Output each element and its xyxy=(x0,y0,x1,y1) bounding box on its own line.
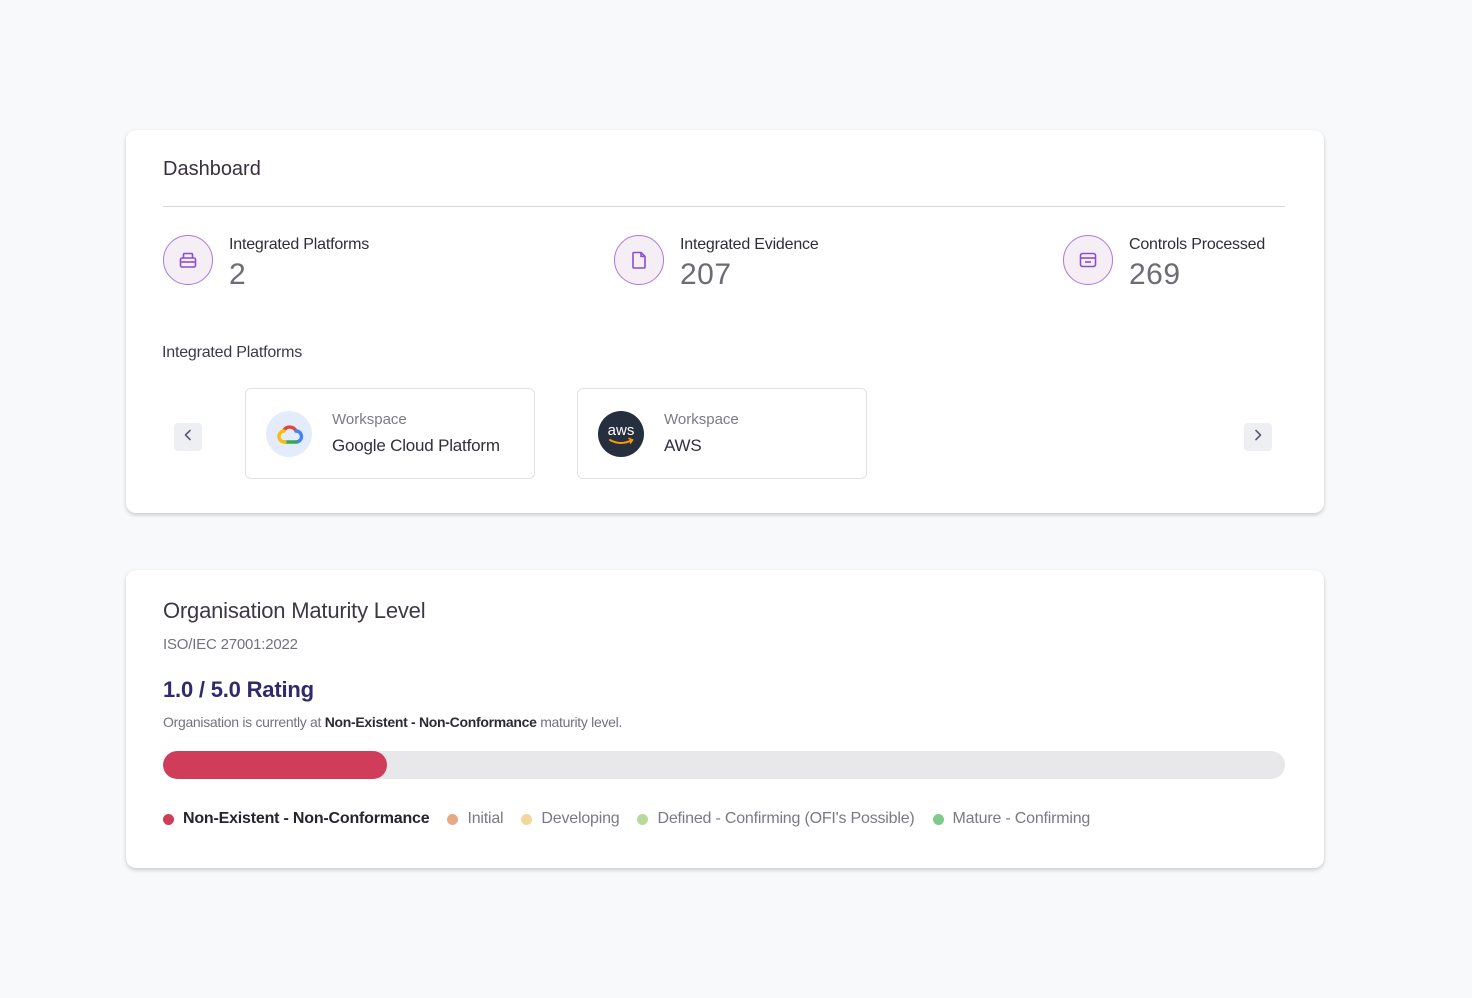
window-icon xyxy=(1063,235,1113,285)
legend-label: Initial xyxy=(467,810,504,827)
legend-item: Mature - Confirming xyxy=(932,810,1091,828)
aws-logo-icon: aws xyxy=(598,410,644,457)
legend-label: Developing xyxy=(541,810,620,827)
google-cloud-logo-icon xyxy=(266,410,312,457)
dashboard-card: Dashboard Integrated Platforms 2 Integra… xyxy=(126,130,1324,513)
maturity-rating: 1.0 / 5.0 Rating xyxy=(163,677,314,702)
legend-dot-icon xyxy=(521,813,533,825)
maturity-desc-prefix: Organisation is currently at xyxy=(163,714,325,730)
platform-card-gcp[interactable]: Workspace Google Cloud Platform xyxy=(245,388,535,479)
chevron-left-icon xyxy=(181,428,195,447)
legend-dot-icon xyxy=(637,813,649,825)
legend-item: Initial xyxy=(447,810,504,828)
legend-label: Mature - Confirming xyxy=(952,810,1091,827)
legend-item: Developing xyxy=(521,810,620,828)
maturity-title: Organisation Maturity Level xyxy=(163,598,426,623)
legend-dot-icon xyxy=(447,813,459,825)
briefcase-icon xyxy=(163,235,213,285)
stat-integrated-evidence: Integrated Evidence 207 xyxy=(614,234,819,292)
maturity-legend: Non-Existent - Non-Conformance Initial Dev… xyxy=(163,810,1108,828)
platform-name: Google Cloud Platform xyxy=(332,436,500,455)
maturity-desc-suffix: maturity level. xyxy=(536,714,623,730)
aws-logo-text: aws xyxy=(608,422,635,439)
stat-controls-processed: Controls Processed 269 xyxy=(1063,234,1265,292)
carousel-prev-button[interactable] xyxy=(174,423,202,451)
platform-card-aws[interactable]: aws Workspace AWS xyxy=(577,388,867,479)
legend-label: Defined - Confirming (OFI's Possible) xyxy=(657,810,915,827)
maturity-standard: ISO/IEC 27001:2022 xyxy=(163,636,298,653)
stat-value: 2 xyxy=(229,258,247,291)
legend-item: Non-Existent - Non-Conformance xyxy=(163,810,430,828)
chevron-right-icon xyxy=(1251,428,1265,447)
stat-integrated-platforms: Integrated Platforms 2 xyxy=(163,234,369,292)
carousel-next-button[interactable] xyxy=(1244,423,1272,451)
stat-value: 269 xyxy=(1129,258,1181,291)
stat-label: Integrated Evidence xyxy=(680,236,819,253)
legend-item: Defined - Confirming (OFI's Possible) xyxy=(637,810,915,828)
maturity-progress-bar xyxy=(163,751,1285,779)
stat-label: Controls Processed xyxy=(1129,236,1266,253)
document-icon xyxy=(614,235,664,285)
platform-name: AWS xyxy=(664,436,702,455)
integrated-platforms-heading: Integrated Platforms xyxy=(162,344,303,361)
maturity-desc-level: Non-Existent - Non-Conformance xyxy=(324,714,537,730)
maturity-progress-fill xyxy=(163,751,388,779)
stat-label: Integrated Platforms xyxy=(229,236,370,253)
dashboard-title: Dashboard xyxy=(163,158,261,180)
legend-dot-icon xyxy=(163,813,174,825)
maturity-card: Organisation Maturity Level ISO/IEC 2700… xyxy=(126,570,1324,868)
divider xyxy=(163,206,1285,207)
platform-kind: Workspace xyxy=(664,411,739,428)
platform-kind: Workspace xyxy=(332,411,407,428)
legend-dot-icon xyxy=(932,813,944,825)
maturity-description: Organisation is currently at Non-Existen… xyxy=(163,714,622,730)
legend-label: Non-Existent - Non-Conformance xyxy=(183,810,430,827)
stat-value: 207 xyxy=(680,258,732,291)
